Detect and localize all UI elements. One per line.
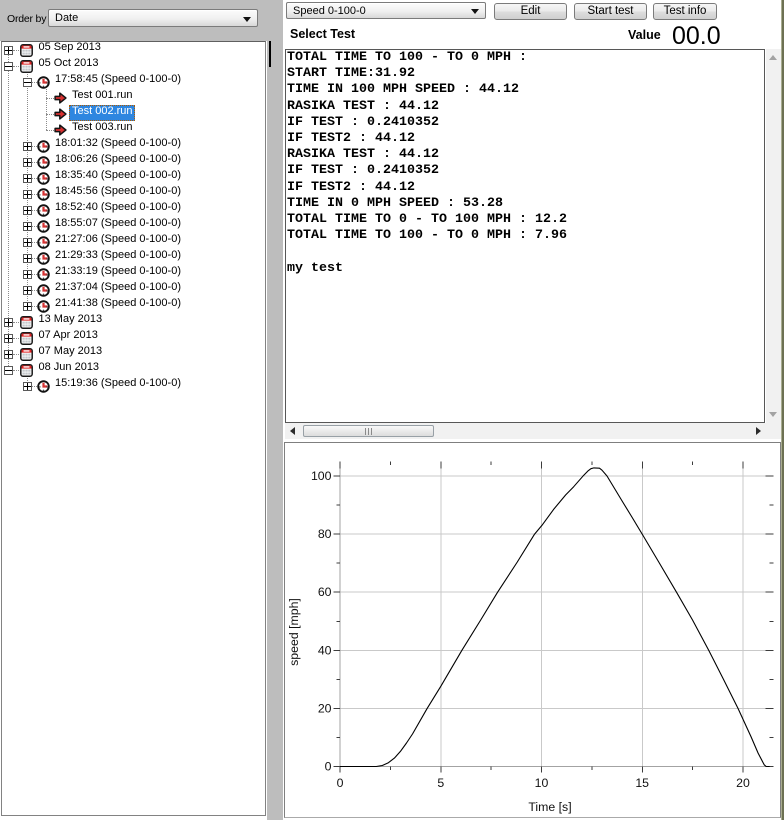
svg-text:0: 0 [337,776,344,790]
svg-text:60: 60 [318,585,332,599]
svg-text:0: 0 [325,760,332,774]
svg-text:40: 40 [318,643,332,657]
svg-text:80: 80 [318,527,332,541]
svg-text:10: 10 [535,776,549,790]
svg-text:15: 15 [635,776,649,790]
svg-text:speed [mph]: speed [mph] [287,598,301,666]
svg-text:100: 100 [311,469,332,483]
svg-text:20: 20 [736,776,750,790]
svg-text:5: 5 [437,776,444,790]
svg-text:20: 20 [318,701,332,715]
svg-text:Time [s]: Time [s] [528,800,571,814]
